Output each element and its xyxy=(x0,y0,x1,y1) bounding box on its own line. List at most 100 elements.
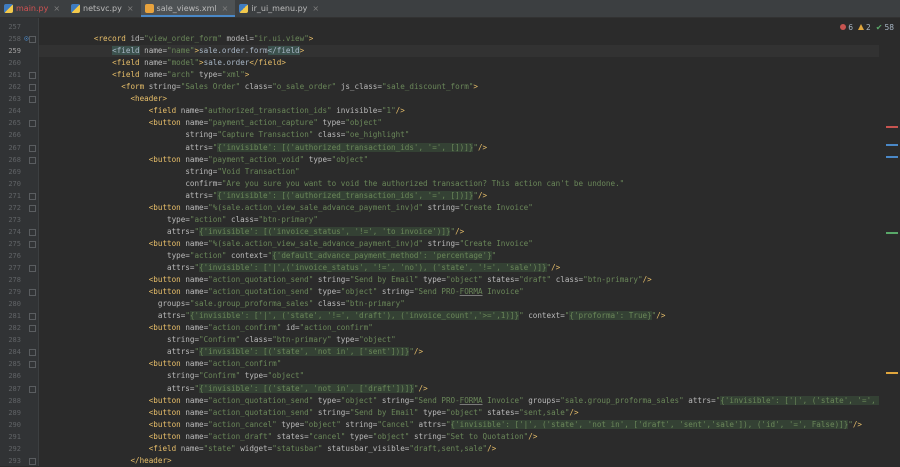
fold-toggle-icon[interactable] xyxy=(29,84,36,92)
code-line[interactable]: <field name="state" widget="statusbar" s… xyxy=(39,443,879,455)
code-line[interactable]: string="Capture Transaction" class="oe_h… xyxy=(39,129,879,141)
line-number: 287 xyxy=(8,384,21,393)
close-icon[interactable]: × xyxy=(53,4,60,13)
fold-toggle-icon[interactable] xyxy=(29,457,36,465)
fold-toggle-icon[interactable] xyxy=(29,96,36,104)
fold-toggle-icon[interactable] xyxy=(29,289,36,297)
code-line[interactable]: <button name="action_confirm" xyxy=(39,358,879,370)
code-line[interactable]: <button name="action_quotation_send" typ… xyxy=(39,395,879,407)
error-icon xyxy=(840,24,847,30)
code-line[interactable]: <record id="view_order_form" model="ir.u… xyxy=(39,33,879,45)
warning-count[interactable]: 2 xyxy=(857,23,871,32)
code-line[interactable]: <button name="action_confirm" id="action… xyxy=(39,322,879,334)
fold-toggle-icon[interactable] xyxy=(29,385,36,393)
code-line[interactable]: <button name="action_cancel" type="objec… xyxy=(39,419,879,431)
fold-toggle-icon[interactable] xyxy=(29,349,36,357)
code-line[interactable]: confirm="Are you sure you want to void t… xyxy=(39,178,879,190)
code-line[interactable]: <header> xyxy=(39,93,879,105)
fold-toggle-icon[interactable] xyxy=(29,228,36,236)
code-token: " xyxy=(445,419,451,429)
usage-stripe-marker[interactable] xyxy=(886,156,898,158)
code-token: "%(sale.action_view_sale_advance_payment… xyxy=(208,238,428,248)
close-icon[interactable]: × xyxy=(312,4,319,13)
fold-toggle-icon[interactable] xyxy=(29,192,36,200)
fold-toggle-icon[interactable] xyxy=(29,36,36,44)
code-line[interactable]: <field name="model">sale.order</field> xyxy=(39,57,879,69)
error-count[interactable]: 6 xyxy=(840,23,853,32)
fold-toggle-icon[interactable] xyxy=(29,265,36,272)
code-line[interactable]: groups="sale.group_proforma_sales" class… xyxy=(39,298,879,310)
tab-label: sale_views.xml xyxy=(156,4,217,13)
code-token: "arch" xyxy=(167,70,200,80)
usage-stripe-marker[interactable] xyxy=(886,144,898,146)
close-icon[interactable]: × xyxy=(127,4,134,13)
line-number: 260 xyxy=(8,59,21,68)
fold-toggle-icon[interactable] xyxy=(29,325,36,333)
close-icon[interactable]: × xyxy=(222,4,229,13)
code-token: "btn-primary" xyxy=(258,214,318,224)
fold-toggle-icon[interactable] xyxy=(29,240,36,248)
code-line[interactable]: </header> xyxy=(39,455,879,466)
code-line[interactable]: type="action" class="btn-primary" xyxy=(39,214,879,226)
line-number-gutter[interactable]: ⊙ 257 258 259 260 261 262 263 264 265 266 267 268 26… xyxy=(0,18,39,466)
code-line[interactable]: attrs= "{'invisible': ['|', ('state', '!=… xyxy=(39,310,879,322)
tab-sale-views-xml[interactable]: sale_views.xml × xyxy=(140,0,236,17)
code-line[interactable]: string="Void Transaction" xyxy=(39,166,879,178)
code-line[interactable]: <button name="action_draft" states="canc… xyxy=(39,431,879,443)
code-line[interactable]: attrs="{'invisible': [('state', 'not in'… xyxy=(39,383,879,395)
tab-ir-ui-menu-py[interactable]: ir_ui_menu.py × xyxy=(235,0,326,17)
fold-toggle-icon[interactable] xyxy=(29,313,36,321)
code-area[interactable]: <record id="view_order_form" model="ir.u… xyxy=(39,18,879,466)
code-token: "Send by Email" xyxy=(349,275,424,285)
code-token: attrs= xyxy=(167,347,195,357)
code-token: name= xyxy=(144,70,168,80)
python-file-icon xyxy=(4,4,13,13)
fold-toggle-icon[interactable] xyxy=(29,72,36,80)
code-line[interactable]: <button name="payment_action_void" type=… xyxy=(39,154,879,166)
code-line[interactable]: <button name="action_quotation_send" typ… xyxy=(39,286,879,298)
code-line[interactable]: <button name="%(sale.action_view_sale_ad… xyxy=(39,202,879,214)
code-line[interactable]: string="Confirm" type="object" xyxy=(39,370,879,382)
code-token: "object" xyxy=(267,371,305,381)
code-token: <record xyxy=(93,34,131,44)
fold-toggle-icon[interactable] xyxy=(29,204,36,212)
code-line[interactable]: string="Confirm" class="btn-primary" typ… xyxy=(39,334,879,346)
ok-count[interactable]: ✔ 58 xyxy=(876,23,894,32)
code-line[interactable]: <button name="action_quotation_send" str… xyxy=(39,407,879,419)
code-line[interactable]: <field name="authorized_transaction_ids"… xyxy=(39,105,879,117)
code-line[interactable]: attrs="{'invisible': [('state', 'not in'… xyxy=(39,346,879,358)
code-line[interactable]: attrs="{'invisible': [('authorized_trans… xyxy=(39,190,879,202)
code-line[interactable]: <form string="Sales Order" class="o_sale… xyxy=(39,81,879,93)
line-number: 268 xyxy=(8,155,21,164)
code-line[interactable]: type="action" context= "{'default_advance… xyxy=(39,250,879,262)
fold-toggle-icon[interactable] xyxy=(29,361,36,369)
code-token: string= xyxy=(427,238,460,248)
code-line[interactable]: attrs="{'invisible': ['|',('invoice_stat… xyxy=(39,262,879,274)
fold-toggle-icon[interactable] xyxy=(29,144,36,152)
code-token: {'invisible': [('state', 'not in', ['dra… xyxy=(199,383,414,393)
code-line[interactable]: attrs="{'invisible': [('invoice_status',… xyxy=(39,226,879,238)
code-line[interactable]: <button name="action_quotation_send" str… xyxy=(39,274,879,286)
fold-toggle-icon[interactable] xyxy=(29,156,36,164)
code-line[interactable] xyxy=(39,21,879,33)
tab-netsvc-py[interactable]: netsvc.py × xyxy=(67,0,141,17)
code-line[interactable]: <button name="%(sale.action_view_sale_ad… xyxy=(39,238,879,250)
fold-toggle-icon[interactable] xyxy=(29,120,36,128)
code-line[interactable]: <field name="arch" type="xml"> xyxy=(39,69,879,81)
inspection-widget[interactable]: 6 2 ✔ 58 xyxy=(840,21,894,33)
warning-stripe-marker[interactable] xyxy=(886,372,898,374)
xml-file-icon xyxy=(144,4,154,13)
code-editor[interactable]: ⊙ 257 258 259 260 261 262 263 264 265 266 267 268 26… xyxy=(0,18,900,466)
code-line[interactable]: <field name="name" > sale.order.form</fiel… xyxy=(39,45,879,58)
code-line[interactable]: <button name="payment_action_capture" ty… xyxy=(39,117,879,129)
change-stripe-marker[interactable] xyxy=(886,232,898,234)
code-line[interactable]: attrs="{'invisible': [('authorized_trans… xyxy=(39,142,879,154)
code-token: string= xyxy=(317,407,350,417)
line-number: 265 xyxy=(8,119,21,128)
tab-main-py[interactable]: main.py × xyxy=(0,0,67,17)
code-token: "object" xyxy=(331,154,369,164)
error-stripe-marker[interactable] xyxy=(886,126,898,128)
